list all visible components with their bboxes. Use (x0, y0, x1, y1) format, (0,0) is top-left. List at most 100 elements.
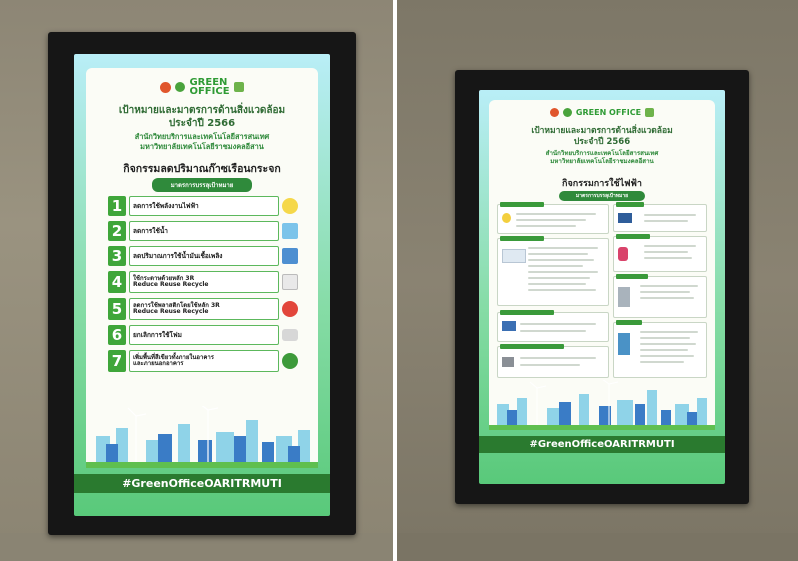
text-line (528, 247, 598, 249)
lightbulb-icon (282, 198, 298, 214)
measure-box-header (500, 310, 554, 315)
right-poster-subtitle: สำนักวิทยบริการและเทคโนโลยีสารสนเทศ มหาว… (545, 150, 659, 166)
text-line (520, 330, 586, 332)
right-measures-pill: มาตรการบรรลุเป้าหมาย (559, 191, 645, 201)
right-poster-title: เป้าหมายและมาตรการด้านสิ่งแวดล้อม ประจำป… (531, 126, 673, 147)
measure-box (613, 202, 707, 232)
measure-box (497, 310, 609, 342)
text-line (528, 271, 598, 273)
city-skyline-icon (86, 406, 318, 468)
text-line (644, 257, 692, 259)
measure-box (497, 202, 609, 234)
measure-number: 5 (108, 298, 126, 320)
left-measure-list: 1 ลดการใช้พลังงานไฟฟ้า 2 ลดการใช้น้ำ 3 ล… (108, 196, 298, 372)
text-line (640, 297, 694, 299)
text-line (520, 323, 596, 325)
measure-item: 7 เพิ่มพื้นที่สีเขียวทั้งภายในอาคาร และภา… (108, 350, 298, 372)
measure-number: 7 (108, 350, 126, 372)
left-measures-pill: มาตรการบรรลุเป้าหมาย (152, 178, 252, 192)
right-display-bezel: GREEN OFFICE เป้าหมายและมาตรการด้านสิ่งแ… (455, 70, 749, 504)
measure-label: ลดปริมาณการใช้น้ำมันเชื้อเพลิง (129, 246, 279, 266)
logo-green-office-icon (562, 108, 572, 117)
measure-box (613, 274, 707, 318)
logo-rmuti-icon (160, 81, 172, 93)
left-poster-title: เป้าหมายและมาตรการด้านสิ่งแวดล้อม ประจำป… (118, 105, 286, 129)
text-line (644, 220, 688, 222)
floor (397, 533, 798, 561)
measure-box-header (616, 234, 650, 239)
tv-icon (618, 213, 632, 223)
measure-box-header (500, 236, 544, 241)
left-photo: GREEN OFFICE เป้าหมายและมาตรการด้านสิ่งแ… (0, 0, 393, 561)
measure-label: ลดการใช้พลังงานไฟฟ้า (129, 196, 279, 216)
measure-box-header (616, 202, 644, 207)
measure-box (497, 344, 609, 378)
measure-box-header (616, 320, 642, 325)
measure-item: 1 ลดการใช้พลังงานไฟฟ้า (108, 196, 298, 216)
right-photo: GREEN OFFICE เป้าหมายและมาตรการด้านสิ่งแ… (397, 0, 798, 561)
left-section-title: กิจกรรมลดปริมาณก๊าซเรือนกระจก (123, 163, 281, 175)
measure-number: 1 (108, 196, 126, 216)
measure-item: 4 ใช้กระดาษด้วยหลัก 3R Reduce Reuse Recyc… (108, 271, 298, 293)
text-line (516, 213, 596, 215)
left-poster-card: GREEN OFFICE เป้าหมายและมาตรการด้านสิ่งแ… (86, 68, 318, 468)
measure-item: 3 ลดปริมาณการใช้น้ำมันเชื้อเพลิง (108, 246, 298, 266)
left-logo-row: GREEN OFFICE (86, 77, 318, 97)
left-hashtag-banner: #GreenOfficeOARITRMUTI (74, 474, 330, 493)
lightbulb-icon (502, 213, 511, 223)
measure-box (613, 320, 707, 378)
computer-icon (502, 321, 516, 331)
text-line (640, 349, 688, 351)
city-skyline-icon (489, 380, 715, 430)
faucet-icon (282, 223, 298, 239)
text-line (528, 259, 594, 261)
paper-icon (282, 274, 298, 290)
right-hashtag-banner: #GreenOfficeOARITRMUTI (479, 436, 725, 453)
measure-item: 5 ลดการใช้พลาสติกโดยใช้หลัก 3R Reduce Reu… (108, 298, 298, 320)
measure-item: 6 ยกเลิกการใช้โฟม (108, 325, 298, 345)
text-line (520, 357, 596, 359)
logo-tree-icon (233, 82, 244, 92)
text-line (528, 265, 583, 267)
text-line (640, 361, 684, 363)
text-line (644, 251, 688, 253)
text-line (640, 355, 694, 357)
measure-number: 2 (108, 221, 126, 241)
left-display-screen: GREEN OFFICE เป้าหมายและมาตรการด้านสิ่งแ… (74, 54, 330, 516)
text-line (640, 337, 690, 339)
measure-box (613, 234, 707, 272)
measure-label: ใช้กระดาษด้วยหลัก 3R Reduce Reuse Recycle (129, 271, 279, 293)
air-conditioner-icon (502, 249, 526, 263)
foam-icon (282, 329, 298, 341)
elevator-icon (618, 287, 630, 307)
text-line (528, 277, 590, 279)
text-line (520, 364, 580, 366)
measure-box-header (500, 344, 564, 349)
logo-green-office-icon (175, 82, 186, 92)
right-display-screen: GREEN OFFICE เป้าหมายและมาตรการด้านสิ่งแ… (479, 90, 725, 484)
text-line (516, 219, 586, 221)
text-line (644, 245, 696, 247)
measure-number: 6 (108, 325, 126, 345)
text-line (528, 253, 588, 255)
text-line (640, 343, 696, 345)
left-poster-subtitle: สำนักวิทยบริการและเทคโนโลยีสารสนเทศ มหาว… (134, 132, 270, 151)
printer-icon (502, 357, 514, 367)
measure-box-header (500, 202, 544, 207)
floor (0, 533, 393, 561)
text-line (528, 283, 586, 285)
right-logo-row: GREEN OFFICE (489, 108, 715, 117)
right-section-title: กิจกรรมการใช้ไฟฟ้า (562, 179, 642, 189)
text-line (644, 214, 696, 216)
measure-box-header (616, 274, 648, 279)
plant-icon (282, 353, 298, 369)
measure-label: ลดการใช้น้ำ (129, 221, 279, 241)
logo-tree-icon (645, 108, 655, 117)
text-line (516, 225, 576, 227)
text-line (640, 331, 698, 333)
green-office-wordmark: GREEN OFFICE (189, 77, 230, 97)
text-line (528, 289, 596, 291)
measure-label: ลดการใช้พลาสติกโดยใช้หลัก 3R Reduce Reuse… (129, 298, 279, 320)
measure-label: เพิ่มพื้นที่สีเขียวทั้งภายในอาคาร และภายน… (129, 350, 279, 372)
green-office-wordmark: GREEN OFFICE (575, 107, 642, 117)
